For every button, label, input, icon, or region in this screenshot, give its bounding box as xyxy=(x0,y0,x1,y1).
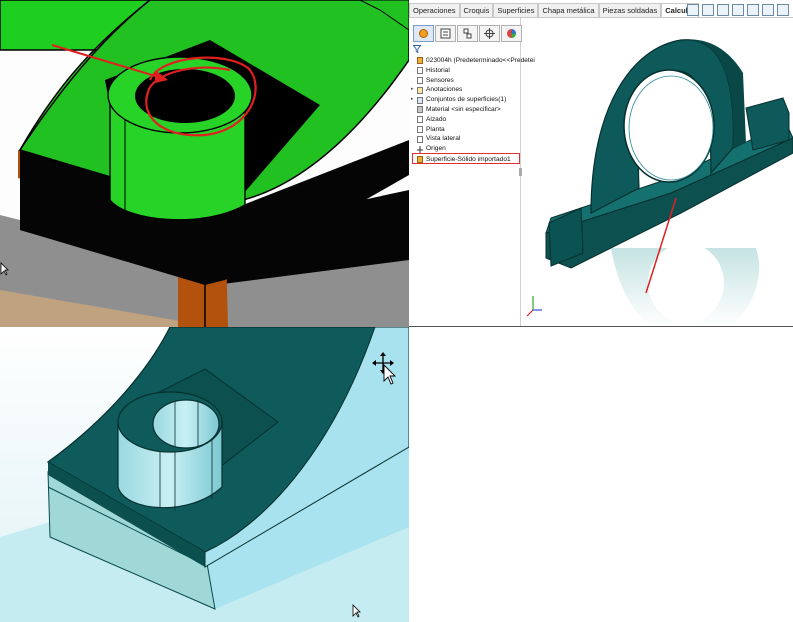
tree-item-anotaciones[interactable]: ▸ Anotaciones xyxy=(411,85,521,95)
plane-icon xyxy=(417,125,423,133)
surface-body-folder-icon xyxy=(417,96,423,104)
tree-item-part-root[interactable]: 023004h (Predeterminado<<Predetei xyxy=(411,56,535,66)
closeup-view-teal-model xyxy=(0,327,409,622)
display-style-icon[interactable] xyxy=(762,4,774,16)
panel-divider-horizontal-right xyxy=(409,326,793,327)
tree-item-label: Planta xyxy=(426,125,445,133)
material-icon xyxy=(417,106,423,114)
tree-item-label: Historial xyxy=(426,66,450,74)
axis-triad-icon xyxy=(526,296,542,317)
annotation-icon xyxy=(417,86,423,94)
tree-item-label: 023004h (Predeterminado<<Predetei xyxy=(426,57,535,64)
tree-item-alzado[interactable]: Alzado xyxy=(411,115,521,125)
green-model-render xyxy=(0,0,409,327)
tree-item-label: Alzado xyxy=(426,115,447,123)
section-view-icon[interactable] xyxy=(732,4,744,16)
tree-item-label: Vista lateral xyxy=(426,135,461,143)
tab-chapa-metalica[interactable]: Chapa metálica xyxy=(538,3,599,17)
plane-icon xyxy=(417,135,423,143)
tree-item-label: Material <sin especificar> xyxy=(426,105,501,113)
tab-operaciones[interactable]: Operaciones xyxy=(409,3,460,17)
feature-manager-tabs xyxy=(413,25,522,42)
tree-item-label: Anotaciones xyxy=(426,86,463,94)
zoom-to-fit-icon[interactable] xyxy=(687,4,699,16)
origin-icon xyxy=(417,145,423,154)
configuration-manager-tab-icon[interactable] xyxy=(457,25,478,42)
display-manager-tab-icon[interactable] xyxy=(501,25,522,42)
tab-piezas-soldadas[interactable]: Piezas soldadas xyxy=(598,3,662,17)
part-icon xyxy=(417,57,423,65)
property-manager-tab-icon[interactable] xyxy=(435,25,456,42)
previous-view-icon[interactable] xyxy=(717,4,729,16)
view-orientation-icon[interactable] xyxy=(747,4,759,16)
empty-white-area xyxy=(409,327,793,622)
mouse-pointer-icon xyxy=(352,604,361,618)
red-highlight-box xyxy=(412,153,520,164)
tree-item-sensores[interactable]: Sensores xyxy=(411,76,521,86)
teal-closeup-render xyxy=(0,327,409,622)
panel-splitter-handle[interactable] xyxy=(519,168,522,176)
zoom-area-icon[interactable] xyxy=(702,4,714,16)
tree-item-conjuntos-superficies[interactable]: ▸ Conjuntos de superficies(1) xyxy=(411,95,521,105)
tree-item-material[interactable]: Material <sin especificar> xyxy=(411,105,521,115)
tree-item-label: Sensores xyxy=(426,76,454,84)
tree-item-planta[interactable]: Planta xyxy=(411,125,521,135)
mouse-pointer-icon xyxy=(0,262,9,276)
tab-superficies[interactable]: Superficies xyxy=(493,3,539,17)
command-manager-tabs: Operaciones Croquis Superficies Chapa me… xyxy=(409,3,699,17)
tab-croquis[interactable]: Croquis xyxy=(459,3,494,17)
dimxpert-manager-tab-icon[interactable] xyxy=(479,25,500,42)
feature-manager-panel: 023004h (Predeterminado<<Predetei Histor… xyxy=(409,18,535,327)
teal-part-viewport[interactable] xyxy=(521,18,793,327)
tree-item-historial[interactable]: Historial xyxy=(411,66,521,76)
plane-icon xyxy=(417,116,423,124)
sensor-icon xyxy=(417,76,423,84)
tree-item-label: Conjuntos de superficies(1) xyxy=(426,96,507,104)
solidworks-window: Operaciones Croquis Superficies Chapa me… xyxy=(409,0,793,327)
feature-tree: 023004h (Predeterminado<<Predetei Histor… xyxy=(411,56,535,165)
heads-up-view-toolbar xyxy=(687,4,789,16)
hide-show-items-icon[interactable] xyxy=(777,4,789,16)
history-icon xyxy=(417,67,423,75)
filter-icon[interactable] xyxy=(413,45,421,53)
move-cursor-icon xyxy=(372,352,397,385)
tree-item-vista-lateral[interactable]: Vista lateral xyxy=(411,134,521,144)
feature-manager-tab-icon[interactable] xyxy=(413,25,434,42)
closeup-view-green-model xyxy=(0,0,409,327)
